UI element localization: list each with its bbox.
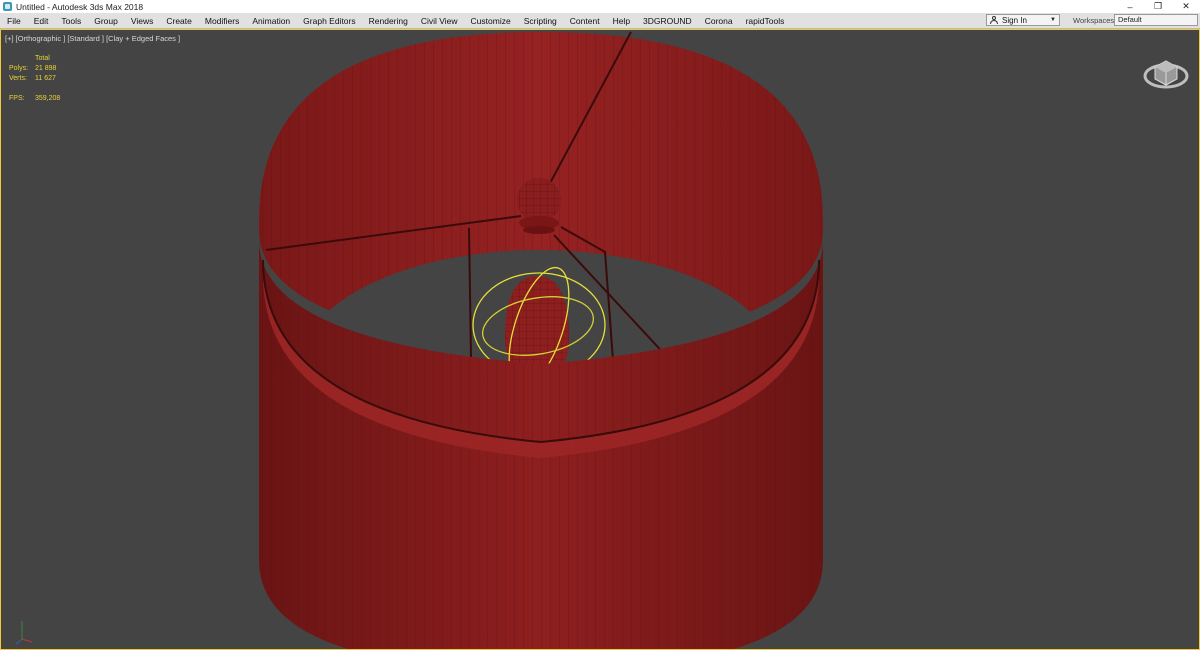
menu-create[interactable]: Create [159,16,198,26]
menu-tools[interactable]: Tools [54,16,87,26]
menu-graph-editors[interactable]: Graph Editors [296,16,361,26]
menu-group[interactable]: Group [87,16,124,26]
perspective-viewport[interactable]: [+] [Orthographic ] [Standard ] [Clay + … [0,29,1200,650]
minimize-button[interactable]: – [1116,0,1144,13]
stats-fps-label: FPS: [9,95,25,102]
menu-animation[interactable]: Animation [245,16,296,26]
viewport-label[interactable]: [+] [Orthographic ] [Standard ] [Clay + … [5,34,180,43]
app-icon[interactable] [3,2,12,11]
menu-modifiers[interactable]: Modifiers [198,16,245,26]
menu-bar: File Edit Tools Group Views Create Modif… [0,13,1200,29]
axis-tripod-icon [15,621,33,645]
window-controls: – ❐ ✕ [1116,0,1200,13]
viewport-statistics: Total Polys: 21 898 Verts: 11 627 FPS: 3… [9,54,60,104]
stats-polys-value: 21 898 [35,65,57,72]
chevron-down-icon: ▼ [1050,17,1056,23]
menu-file[interactable]: File [0,16,27,26]
workspaces-label: Workspaces: [1073,16,1117,25]
sign-in-dropdown[interactable]: Sign In ▼ [986,14,1060,26]
viewcube-icon[interactable] [1143,52,1189,92]
workspaces-select[interactable]: Default [1114,14,1198,26]
window-title: Untitled - Autodesk 3ds Max 2018 [16,1,144,12]
user-icon [990,16,998,24]
menu-help[interactable]: Help [606,16,636,26]
menu-corona[interactable]: Corona [698,16,739,26]
stats-verts-value: 11 627 [35,75,56,82]
restore-button[interactable]: ❐ [1144,0,1172,13]
close-button[interactable]: ✕ [1172,0,1200,13]
menu-civil-view[interactable]: Civil View [414,16,464,26]
stats-polys-label: Polys: [9,65,29,72]
menu-customize[interactable]: Customize [464,16,517,26]
menu-content[interactable]: Content [563,16,606,26]
stats-total-label: Total [35,55,50,62]
stats-fps-value: 359,208 [35,95,61,102]
menu-views[interactable]: Views [124,16,160,26]
menu-rendering[interactable]: Rendering [362,16,414,26]
menu-rapidtools[interactable]: rapidTools [739,16,791,26]
menu-3dground[interactable]: 3DGROUND [636,16,698,26]
stats-verts-label: Verts: [9,75,27,82]
menu-scripting[interactable]: Scripting [517,16,563,26]
scene-render[interactable] [1,30,1199,649]
menu-edit[interactable]: Edit [27,16,55,26]
sign-in-label: Sign In [1002,15,1027,25]
title-bar: Untitled - Autodesk 3ds Max 2018 – ❐ ✕ [0,0,1200,13]
finial-knob[interactable] [517,178,561,234]
